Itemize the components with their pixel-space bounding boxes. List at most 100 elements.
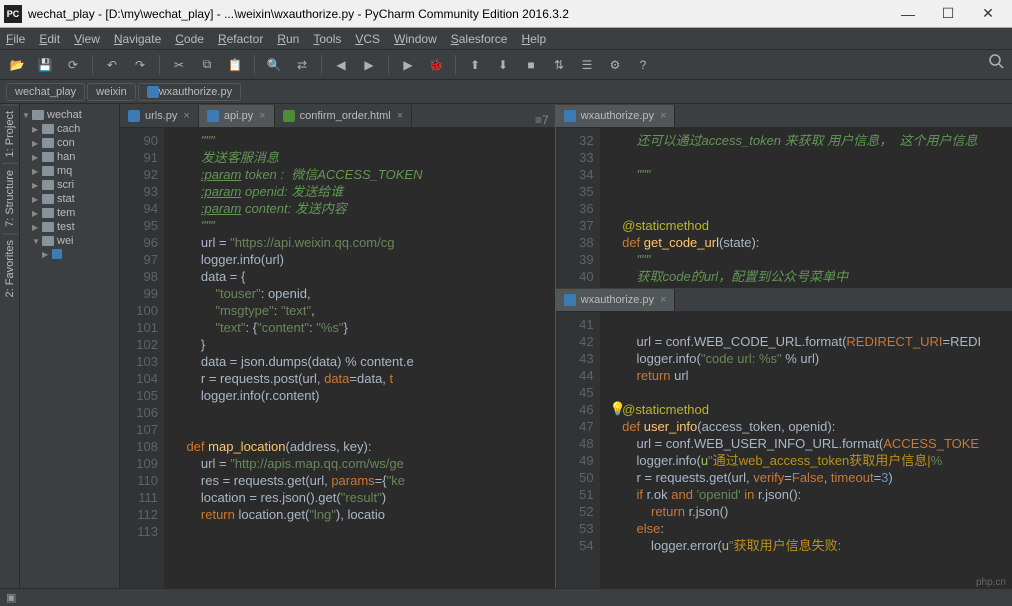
replace-icon[interactable]: ⇄ [291, 54, 313, 76]
menu-file[interactable]: File [6, 32, 25, 46]
breadcrumb-label: wxauthorize.py [159, 86, 232, 98]
tree-arrow-icon[interactable]: ▼ [22, 111, 32, 120]
python-icon [52, 249, 62, 259]
tab-overflow[interactable]: ≡7 [529, 113, 555, 127]
code-bot-right[interactable]: url = conf.WEB_CODE_URL.format(REDIRECT_… [600, 312, 1012, 588]
code-area-top-right[interactable]: 323334353637383940 还可以通过access_token 来获取… [556, 128, 1012, 288]
menu-code[interactable]: Code [175, 32, 204, 46]
html-icon [283, 110, 295, 122]
tree-node-han[interactable]: ▶ han [20, 150, 119, 164]
tree-node-con[interactable]: ▶con [20, 136, 119, 150]
tree-arrow-icon[interactable]: ▶ [32, 139, 42, 148]
save-icon[interactable]: 💾 [34, 54, 56, 76]
cut-icon[interactable]: ✂ [168, 54, 190, 76]
tree-arrow-icon[interactable]: ▶ [32, 181, 42, 190]
tab-close-icon[interactable]: × [259, 110, 265, 122]
compare-icon[interactable]: ⇅ [548, 54, 570, 76]
tab-close-icon[interactable]: × [397, 110, 403, 122]
redo-icon[interactable]: ↷ [129, 54, 151, 76]
python-icon [564, 294, 576, 306]
breadcrumb-wxauthorize.py[interactable]: wxauthorize.py [138, 83, 241, 101]
tree-node-test[interactable]: ▶test [20, 220, 119, 234]
status-item[interactable]: ▣ [6, 591, 16, 604]
menu-navigate[interactable]: Navigate [114, 32, 161, 46]
tab-close-icon[interactable]: × [183, 110, 189, 122]
tab-api-py[interactable]: api.py × [199, 105, 275, 127]
back-icon[interactable]: ◀ [330, 54, 352, 76]
menu-salesforce[interactable]: Salesforce [451, 32, 508, 46]
paste-icon[interactable]: 📋 [224, 54, 246, 76]
tree-arrow-icon[interactable]: ▶ [32, 125, 42, 134]
minimize-button[interactable]: — [888, 2, 928, 26]
menu-edit[interactable]: Edit [39, 32, 60, 46]
stop-icon[interactable]: ■ [520, 54, 542, 76]
tool-tab-structure[interactable]: 7: Structure [2, 163, 18, 233]
close-button[interactable]: ✕ [968, 2, 1008, 26]
tree-label: han [57, 151, 75, 163]
tab-close-icon[interactable]: × [660, 294, 666, 306]
breadcrumb-weixin[interactable]: weixin [87, 83, 136, 101]
folder-icon [42, 194, 54, 204]
tab-urls-py[interactable]: urls.py × [120, 105, 199, 127]
menu-refactor[interactable]: Refactor [218, 32, 263, 46]
tree-arrow-icon[interactable]: ▶ [42, 250, 52, 259]
tree-arrow-icon[interactable]: ▶ [32, 167, 42, 176]
tool-tab-favorites[interactable]: 2: Favorites [2, 233, 18, 303]
tree-arrow-icon[interactable]: ▶ [32, 223, 42, 232]
structure-icon[interactable]: ☰ [576, 54, 598, 76]
help-icon[interactable]: ? [632, 54, 654, 76]
search-icon[interactable] [988, 53, 1004, 72]
menu-window[interactable]: Window [394, 32, 437, 46]
menu-view[interactable]: View [74, 32, 100, 46]
tree-arrow-icon[interactable]: ▶ [32, 195, 42, 204]
titlebar: PC wechat_play - [D:\my\wechat_play] - .… [0, 0, 1012, 28]
code-top-right[interactable]: 还可以通过access_token 来获取 用户信息， 这个用户信息 """ @… [600, 128, 1012, 288]
menu-vcs[interactable]: VCS [355, 32, 380, 46]
open-icon[interactable]: 📂 [6, 54, 28, 76]
tool-tab-project[interactable]: 1: Project [2, 104, 18, 163]
tab-label: api.py [224, 110, 253, 122]
tab-close-icon[interactable]: × [660, 110, 666, 122]
tree-node-wechat[interactable]: ▼wechat [20, 108, 119, 122]
tree-label: scri [57, 179, 74, 191]
tree-node-stat[interactable]: ▶stat [20, 192, 119, 206]
run-icon[interactable]: ▶ [397, 54, 419, 76]
tab-confirm_order-html[interactable]: confirm_order.html× [275, 105, 413, 127]
breadcrumb-wechat_play[interactable]: wechat_play [6, 83, 85, 101]
tree-arrow-icon[interactable]: ▼ [32, 237, 42, 246]
menu-tools[interactable]: Tools [313, 32, 341, 46]
tree-label: tem [57, 207, 75, 219]
intention-bulb-icon[interactable]: 💡 [610, 400, 626, 417]
tree-node-cach[interactable]: ▶cach [20, 122, 119, 136]
tree-node-wei[interactable]: ▼wei [20, 234, 119, 248]
sync-icon[interactable]: ⟳ [62, 54, 84, 76]
vcs-down-icon[interactable]: ⬇ [492, 54, 514, 76]
folder-icon [42, 124, 54, 134]
tree-node-mq[interactable]: ▶mq [20, 164, 119, 178]
debug-icon[interactable]: 🐞 [425, 54, 447, 76]
tree-node-scri[interactable]: ▶ scri [20, 178, 119, 192]
settings-icon[interactable]: ⚙ [604, 54, 626, 76]
find-icon[interactable]: 🔍 [263, 54, 285, 76]
menu-help[interactable]: Help [521, 32, 546, 46]
folder-icon [42, 180, 54, 190]
project-tree[interactable]: ▼wechat▶cach▶con▶han▶mq▶scri▶stat▶tem▶te… [20, 104, 120, 588]
tree-node-item[interactable]: ▶ [20, 248, 119, 260]
gutter-left: 9091929394959697989910010110210310410510… [120, 128, 164, 588]
tree-arrow-icon[interactable]: ▶ [32, 209, 42, 218]
menu-run[interactable]: Run [277, 32, 299, 46]
code-area-left[interactable]: 9091929394959697989910010110210310410510… [120, 128, 555, 588]
forward-icon[interactable]: ▶ [358, 54, 380, 76]
tab-wxauthorize-py[interactable]: wxauthorize.py× [556, 289, 676, 311]
maximize-button[interactable]: ☐ [928, 2, 968, 26]
tab-label: urls.py [145, 110, 177, 122]
vcs-up-icon[interactable]: ⬆ [464, 54, 486, 76]
copy-icon[interactable]: ⧉ [196, 54, 218, 76]
undo-icon[interactable]: ↶ [101, 54, 123, 76]
tab-wxauthorize-py[interactable]: wxauthorize.py× [556, 105, 676, 127]
code-left[interactable]: """ 发送客服消息 :param token : 微信ACCESS_TOKEN… [164, 128, 555, 588]
tree-arrow-icon[interactable]: ▶ [32, 153, 42, 162]
tree-node-tem[interactable]: ▶ tem [20, 206, 119, 220]
code-area-bot-right[interactable]: 💡 4142434445464748495051525354 url = con… [556, 312, 1012, 588]
breadcrumb-label: wechat_play [15, 86, 76, 98]
